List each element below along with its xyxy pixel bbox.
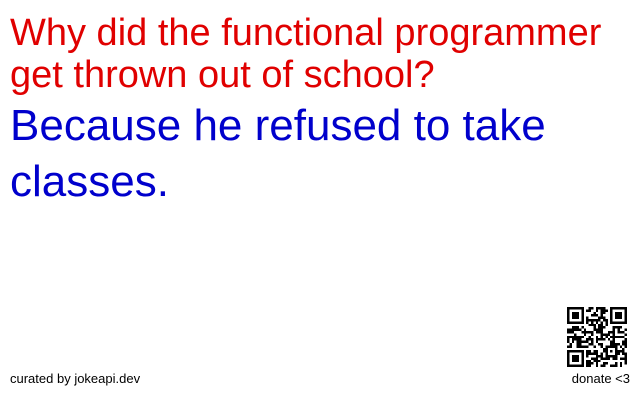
qr-code-icon[interactable] [567,307,627,367]
donate-link[interactable]: donate <3 [572,371,630,387]
qr-code-graphic [567,307,627,367]
joke-card: Why did the functional programmer get th… [10,12,630,210]
joke-delivery: Because he refused to take classes. [10,101,546,206]
joke-setup: Why did the functional programmer get th… [10,12,602,96]
credit-text: curated by jokeapi.dev [10,371,141,386]
